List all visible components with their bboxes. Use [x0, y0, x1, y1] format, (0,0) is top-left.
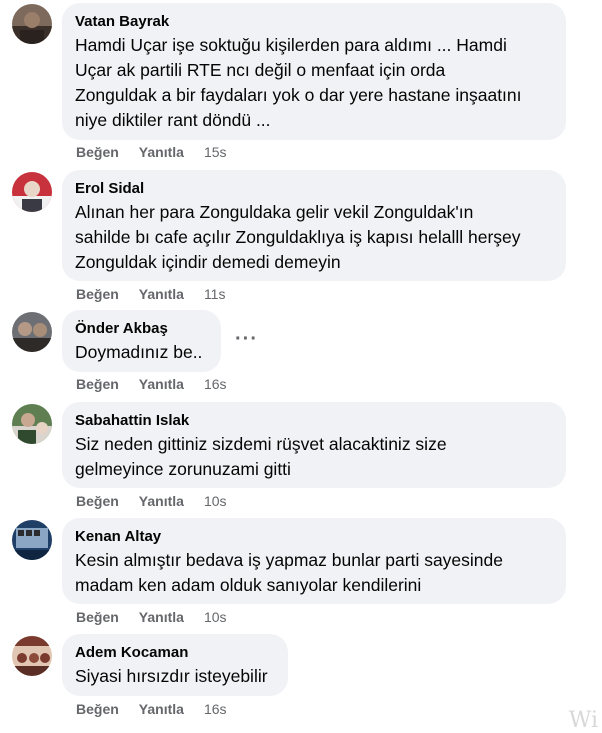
like-button[interactable]: Beğen	[76, 609, 119, 625]
comment-actions: Beğen Yanıtla 10s	[76, 607, 227, 627]
comment-text-line: gelmeyince zorunuzami gitti	[75, 459, 291, 479]
comment-bubble: Erol Sidal Alınan her para Zonguldaka ge…	[62, 170, 566, 281]
timestamp[interactable]: 15s	[204, 144, 227, 160]
comment-text-line: Uçar ak partili RTE ncı değil o menfaat …	[75, 60, 446, 80]
comment-text-line: Siz neden gittiniz sizdemi rüşvet alacak…	[75, 434, 447, 454]
like-button[interactable]: Beğen	[76, 286, 119, 302]
timestamp[interactable]: 16s	[204, 701, 227, 717]
comment-text-line: Zonguldak a bir faydaları yok o dar yere…	[75, 85, 522, 105]
comment-text-line: Kesin almıştır bedava iş yapmaz bunlar p…	[75, 550, 503, 570]
timestamp[interactable]: 10s	[204, 493, 227, 509]
comment-text-line: niye diktiler rant döndü ...	[75, 110, 271, 130]
comment-bubble: Adem Kocaman Siyasi hırsızdır isteyebili…	[62, 634, 288, 696]
comment-text-line: Zonguldak içindir demedi demeyin	[75, 252, 341, 272]
reply-button[interactable]: Yanıtla	[139, 286, 184, 302]
comment-actions: Beğen Yanıtla 11s	[76, 284, 225, 304]
comment-text-line: Hamdi Uçar işe soktuğu kişilerden para a…	[75, 35, 507, 55]
watermark: Wi	[568, 708, 598, 733]
ellipsis-icon[interactable]: ···	[235, 328, 258, 351]
comment-bubble: Kenan Altay Kesin almıştır bedava iş yap…	[62, 518, 566, 604]
avatar[interactable]	[12, 312, 52, 352]
comment-bubble: Önder Akbaş Doymadınız be..	[62, 310, 221, 372]
like-button[interactable]: Beğen	[76, 493, 119, 509]
comment-text-line: sahilde bı cafe açılır Zonguldaklıya iş …	[75, 227, 521, 247]
reply-button[interactable]: Yanıtla	[139, 493, 184, 509]
comment-author[interactable]: Erol Sidal	[75, 180, 552, 198]
reply-button[interactable]: Yanıtla	[139, 609, 184, 625]
comment-text-line: Siyasi hırsızdır isteyebilir	[75, 666, 268, 686]
timestamp[interactable]: 11s	[204, 286, 226, 302]
comment-bubble: Sabahattin Islak Siz neden gittiniz sizd…	[62, 402, 566, 488]
reply-button[interactable]: Yanıtla	[139, 376, 184, 392]
avatar[interactable]	[12, 636, 52, 676]
comment-author[interactable]: Kenan Altay	[75, 528, 552, 546]
reply-button[interactable]: Yanıtla	[139, 701, 184, 717]
timestamp[interactable]: 10s	[204, 609, 227, 625]
comment-author[interactable]: Önder Akbaş	[75, 320, 207, 338]
like-button[interactable]: Beğen	[76, 144, 119, 160]
comment-author[interactable]: Vatan Bayrak	[75, 13, 552, 31]
comment-text-line: Alınan her para Zonguldaka gelir vekil Z…	[75, 202, 474, 222]
comment-actions: Beğen Yanıtla 16s	[76, 374, 227, 394]
reply-button[interactable]: Yanıtla	[139, 144, 184, 160]
comment-actions: Beğen Yanıtla 15s	[76, 142, 227, 162]
like-button[interactable]: Beğen	[76, 376, 119, 392]
avatar[interactable]	[12, 172, 52, 212]
comment-text-line: Doymadınız be..	[75, 342, 203, 362]
comment-text-line: madam ken adam olduk sanıyolar kendileri…	[75, 575, 422, 595]
like-button[interactable]: Beğen	[76, 701, 119, 717]
comment-actions: Beğen Yanıtla 16s	[76, 699, 227, 719]
comment-actions: Beğen Yanıtla 10s	[76, 491, 227, 511]
avatar[interactable]	[12, 4, 52, 44]
avatar[interactable]	[12, 404, 52, 444]
comment-bubble: Vatan Bayrak Hamdi Uçar işe soktuğu kişi…	[62, 3, 566, 140]
timestamp[interactable]: 16s	[204, 376, 227, 392]
comment-author[interactable]: Adem Kocaman	[75, 644, 274, 662]
comment-author[interactable]: Sabahattin Islak	[75, 412, 552, 430]
avatar[interactable]	[12, 520, 52, 560]
